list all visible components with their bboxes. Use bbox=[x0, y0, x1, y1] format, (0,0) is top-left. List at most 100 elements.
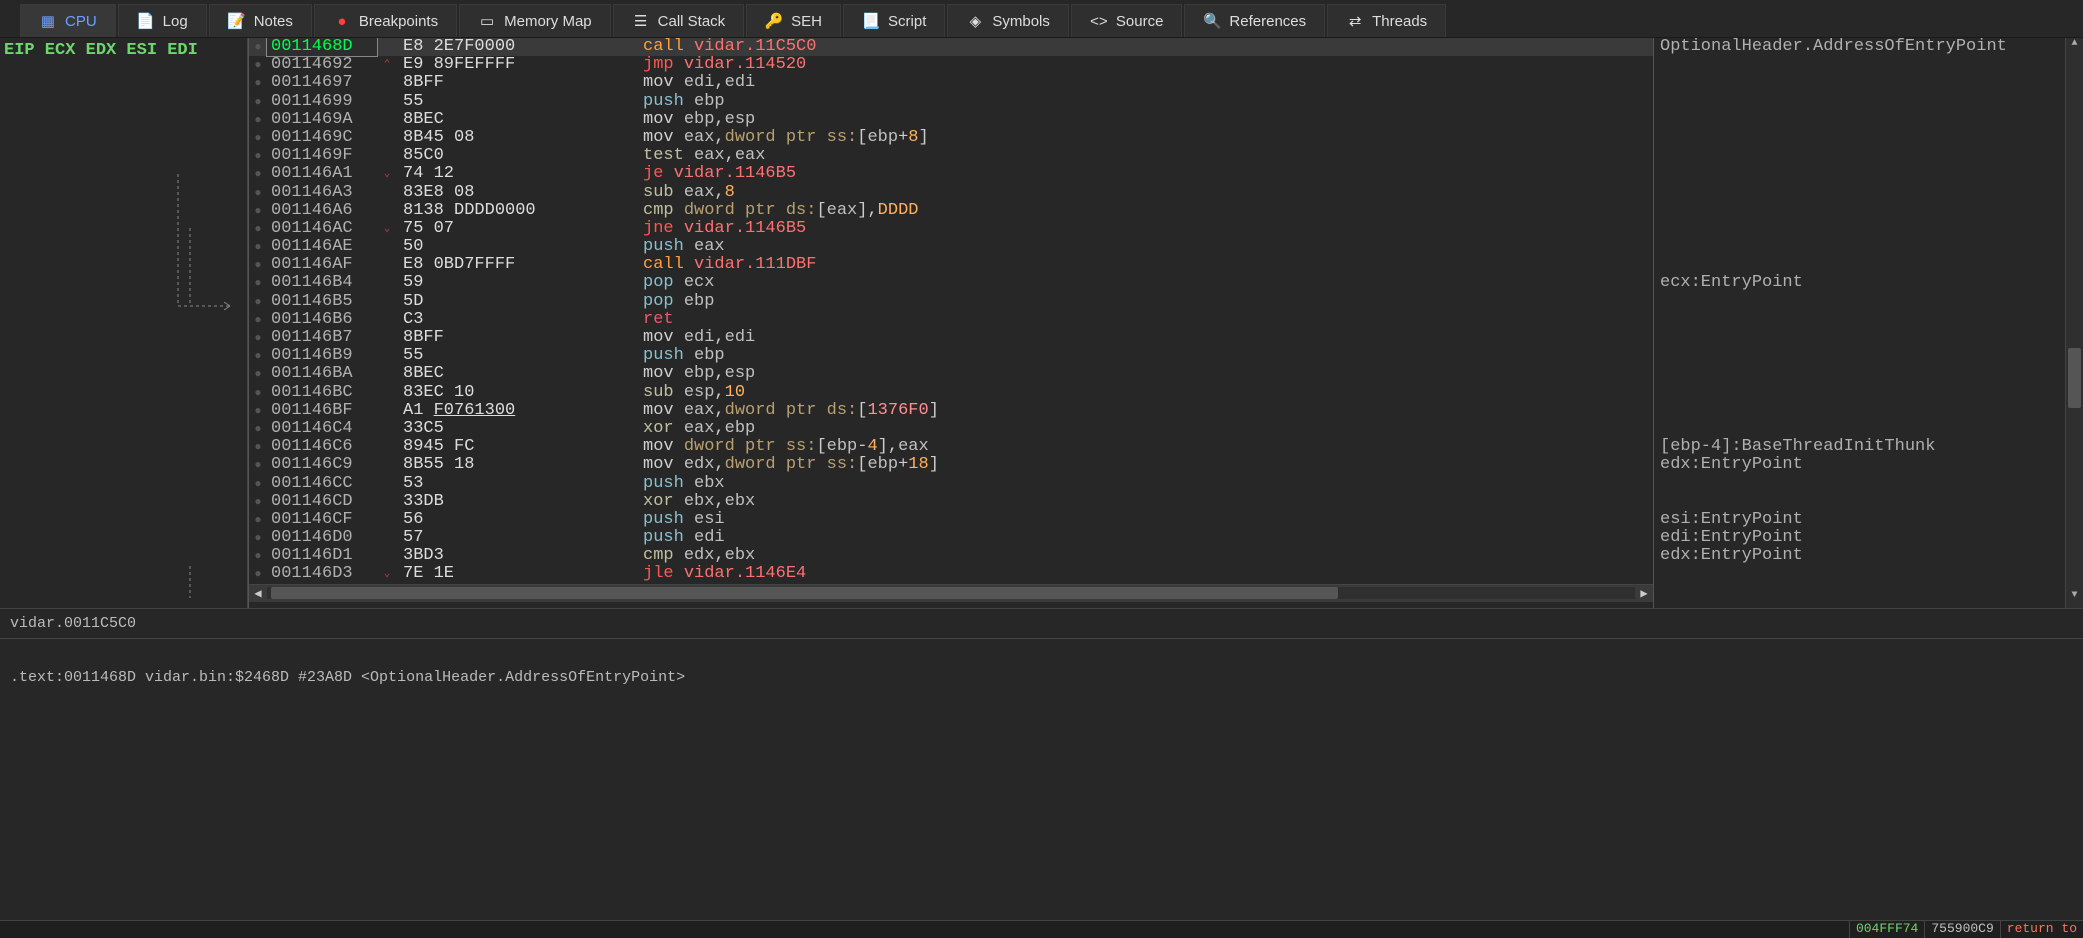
scroll-down-icon[interactable]: ▼ bbox=[2066, 590, 2083, 608]
breakpoint-gutter[interactable]: ● bbox=[249, 147, 267, 165]
disasm-row[interactable]: ●001146C68945 FCmov dword ptr ss:[ebp-4]… bbox=[249, 438, 1653, 456]
breakpoint-gutter[interactable]: ● bbox=[249, 384, 267, 402]
disasm-row[interactable]: ●00114692⌃E9 89FEFFFFjmp vidar.114520 bbox=[249, 56, 1653, 74]
address: 001146D1 bbox=[267, 547, 377, 565]
breakpoint-gutter[interactable]: ● bbox=[249, 329, 267, 347]
disasm-row[interactable]: ●001146D13BD3cmp edx,ebx bbox=[249, 547, 1653, 565]
disasm-row[interactable]: ●001146978BFFmov edi,edi bbox=[249, 74, 1653, 92]
breakpoint-gutter[interactable]: ● bbox=[249, 565, 267, 583]
breakpoint-gutter[interactable]: ● bbox=[249, 238, 267, 256]
jump-indicator: ⌄ bbox=[377, 165, 397, 183]
comment-cell bbox=[1654, 384, 2083, 402]
scroll-left-icon[interactable]: ◀ bbox=[249, 586, 267, 601]
comment-cell: OptionalHeader.AddressOfEntryPoint bbox=[1654, 38, 2083, 56]
disasm-row[interactable]: ●001146CF56push esi bbox=[249, 511, 1653, 529]
tab-references[interactable]: 🔍References bbox=[1184, 4, 1325, 37]
tab-cpu[interactable]: ▦CPU bbox=[20, 4, 116, 37]
breakpoint-gutter[interactable]: ● bbox=[249, 256, 267, 274]
hscroll-thumb[interactable] bbox=[271, 587, 1338, 599]
tab-notes[interactable]: 📝Notes bbox=[209, 4, 312, 37]
comment-vscroll[interactable]: ▲ ▼ bbox=[2065, 38, 2083, 608]
asm-text: mov edi,edi bbox=[637, 329, 1653, 347]
breakpoint-gutter[interactable]: ● bbox=[249, 402, 267, 420]
disasm-row[interactable]: ●0011469955push ebp bbox=[249, 93, 1653, 111]
tab-label: Threads bbox=[1372, 13, 1427, 30]
breakpoint-gutter[interactable]: ● bbox=[249, 165, 267, 183]
breakpoint-gutter[interactable]: ● bbox=[249, 56, 267, 74]
disasm-row[interactable]: ●001146B6C3ret bbox=[249, 311, 1653, 329]
disasm-row[interactable]: ●001146B78BFFmov edi,edi bbox=[249, 329, 1653, 347]
disasm-row[interactable]: ●001146B459pop ecx bbox=[249, 274, 1653, 292]
jump-indicator bbox=[377, 256, 397, 274]
breakpoint-gutter[interactable]: ● bbox=[249, 456, 267, 474]
breakpoint-gutter[interactable]: ● bbox=[249, 184, 267, 202]
disasm-row[interactable]: ●0011469A8BECmov ebp,esp bbox=[249, 111, 1653, 129]
disasm-row[interactable]: ●001146AFE8 0BD7FFFFcall vidar.111DBF bbox=[249, 256, 1653, 274]
tab-bar: ▦CPU📄Log📝Notes●Breakpoints▭Memory Map☰Ca… bbox=[0, 0, 2083, 38]
breakpoint-gutter[interactable]: ● bbox=[249, 293, 267, 311]
tab-log[interactable]: 📄Log bbox=[118, 4, 207, 37]
breakpoint-gutter[interactable]: ● bbox=[249, 493, 267, 511]
disasm-hscroll[interactable]: ◀ ▶ bbox=[249, 584, 1653, 602]
breakpoint-gutter[interactable]: ● bbox=[249, 38, 267, 56]
breakpoint-gutter[interactable]: ● bbox=[249, 475, 267, 493]
breakpoint-gutter[interactable]: ● bbox=[249, 311, 267, 329]
cpu-panel: EIP ECX EDX ESI EDI ●0011468DE8 2E7F0000… bbox=[0, 38, 2083, 608]
breakpoint-gutter[interactable]: ● bbox=[249, 93, 267, 111]
tab-source[interactable]: <>Source bbox=[1071, 4, 1183, 37]
vscroll-thumb[interactable] bbox=[2068, 348, 2081, 408]
comment-cell bbox=[1654, 238, 2083, 256]
breakpoint-gutter[interactable]: ● bbox=[249, 438, 267, 456]
breakpoint-gutter[interactable]: ● bbox=[249, 420, 267, 438]
jump-indicator bbox=[377, 547, 397, 565]
bytes: 8945 FC bbox=[397, 438, 637, 456]
jump-indicator bbox=[377, 274, 397, 292]
disasm-row[interactable]: ●001146BA8BECmov ebp,esp bbox=[249, 365, 1653, 383]
breakpoint-gutter[interactable]: ● bbox=[249, 529, 267, 547]
tab-call-stack[interactable]: ☰Call Stack bbox=[613, 4, 745, 37]
breakpoint-gutter[interactable]: ● bbox=[249, 202, 267, 220]
address: 001146C6 bbox=[267, 438, 377, 456]
disasm-row[interactable]: ●001146C98B55 18mov edx,dword ptr ss:[eb… bbox=[249, 456, 1653, 474]
breakpoint-gutter[interactable]: ● bbox=[249, 547, 267, 565]
breakpoint-gutter[interactable]: ● bbox=[249, 220, 267, 238]
tab-breakpoints[interactable]: ●Breakpoints bbox=[314, 4, 457, 37]
tab-seh[interactable]: 🔑SEH bbox=[746, 4, 841, 37]
address: 00114697 bbox=[267, 74, 377, 92]
breakpoint-gutter[interactable]: ● bbox=[249, 129, 267, 147]
disasm-row[interactable]: ●001146BFA1 F0761300mov eax,dword ptr ds… bbox=[249, 402, 1653, 420]
address: 0011469C bbox=[267, 129, 377, 147]
disasm-row[interactable]: ●0011469F85C0test eax,eax bbox=[249, 147, 1653, 165]
disasm-row[interactable]: ●001146CD33DBxor ebx,ebx bbox=[249, 493, 1653, 511]
disasm-row[interactable]: ●001146D057push edi bbox=[249, 529, 1653, 547]
scroll-up-icon[interactable]: ▲ bbox=[2066, 38, 2083, 56]
bytes: 55 bbox=[397, 93, 637, 111]
address: 0011468D bbox=[267, 38, 377, 56]
disasm-row[interactable]: ●001146A68138 DDDD0000cmp dword ptr ds:[… bbox=[249, 202, 1653, 220]
tab-symbols[interactable]: ◈Symbols bbox=[947, 4, 1069, 37]
disasm-row[interactable]: ●001146B955push ebp bbox=[249, 347, 1653, 365]
disasm-row[interactable]: ●001146CC53push ebx bbox=[249, 475, 1653, 493]
disasm-row[interactable]: ●001146B55Dpop ebp bbox=[249, 293, 1653, 311]
tab-threads[interactable]: ⇄Threads bbox=[1327, 4, 1446, 37]
breakpoint-gutter[interactable]: ● bbox=[249, 74, 267, 92]
breakpoint-gutter[interactable]: ● bbox=[249, 365, 267, 383]
disasm-row[interactable]: ●001146D3⌄7E 1Ejle vidar.1146E4 bbox=[249, 565, 1653, 583]
disasm-row[interactable]: ●0011468DE8 2E7F0000call vidar.11C5C0 bbox=[249, 38, 1653, 56]
disasm-row[interactable]: ●001146BC83EC 10sub esp,10 bbox=[249, 384, 1653, 402]
breakpoint-gutter[interactable]: ● bbox=[249, 347, 267, 365]
disasm-row[interactable]: ●001146A1⌄74 12je vidar.1146B5 bbox=[249, 165, 1653, 183]
disasm-row[interactable]: ●001146C433C5xor eax,ebp bbox=[249, 420, 1653, 438]
tab-memory-map[interactable]: ▭Memory Map bbox=[459, 4, 611, 37]
disasm-row[interactable]: ●001146A383E8 08sub eax,8 bbox=[249, 184, 1653, 202]
disasm-row[interactable]: ●001146AC⌄75 07jne vidar.1146B5 bbox=[249, 220, 1653, 238]
breakpoint-gutter[interactable]: ● bbox=[249, 111, 267, 129]
scroll-right-icon[interactable]: ▶ bbox=[1635, 586, 1653, 601]
tab-script[interactable]: 📃Script bbox=[843, 4, 945, 37]
disassembly-pane[interactable]: ●0011468DE8 2E7F0000call vidar.11C5C0●00… bbox=[248, 38, 1653, 608]
breakpoint-gutter[interactable]: ● bbox=[249, 274, 267, 292]
disasm-row[interactable]: ●001146AE50push eax bbox=[249, 238, 1653, 256]
disasm-row[interactable]: ●0011469C8B45 08mov eax,dword ptr ss:[eb… bbox=[249, 129, 1653, 147]
breakpoint-gutter[interactable]: ● bbox=[249, 511, 267, 529]
address: 00114692 bbox=[267, 56, 377, 74]
